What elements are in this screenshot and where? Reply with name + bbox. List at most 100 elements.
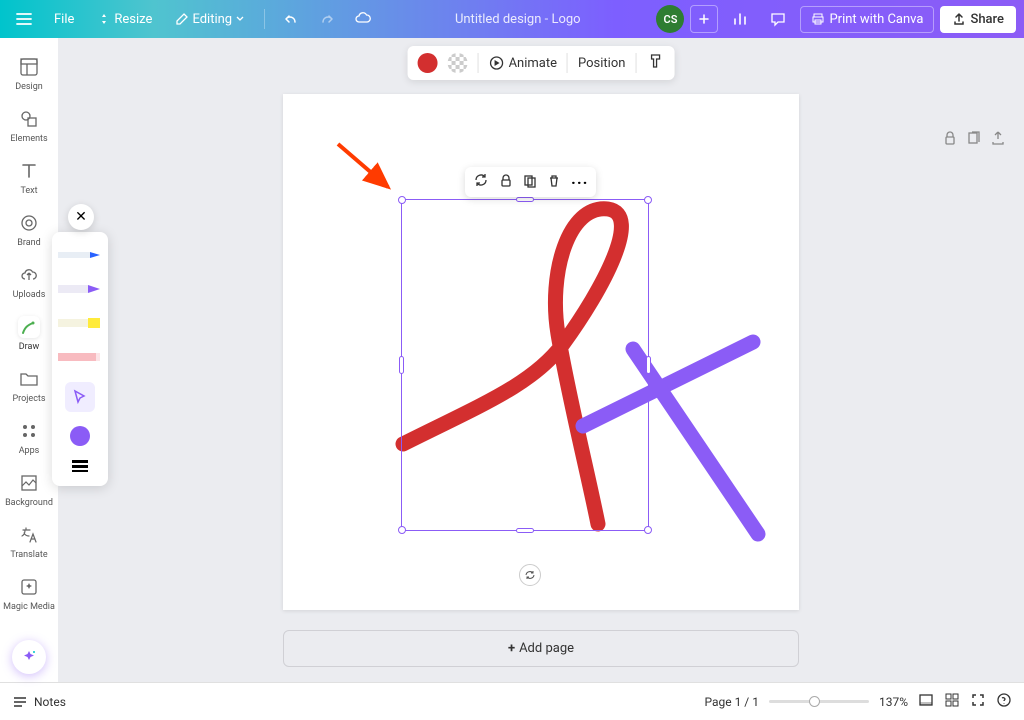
add-member-icon[interactable] [690, 5, 718, 33]
duplicate-page-icon[interactable] [966, 130, 982, 150]
sidebar-label: Brand [17, 238, 40, 248]
share-label: Share [970, 12, 1004, 27]
position-button[interactable]: Position [578, 56, 625, 71]
lock-icon[interactable] [499, 173, 513, 192]
avatar[interactable]: CS [656, 5, 684, 33]
sidebar-label: Design [15, 82, 43, 92]
apps-icon [18, 420, 40, 442]
cursor-tool[interactable] [65, 382, 95, 412]
sidebar-label: Draw [19, 342, 39, 352]
print-label: Print with Canva [829, 12, 923, 27]
translate-icon [18, 524, 40, 546]
stroke-width-icon[interactable] [72, 460, 88, 472]
resize-handle-ne[interactable] [644, 196, 652, 204]
selection-box[interactable] [401, 199, 649, 531]
page-indicator[interactable]: Page 1 / 1 [704, 695, 759, 709]
undo-icon[interactable] [275, 3, 307, 35]
sidebar-label: Uploads [13, 290, 46, 300]
add-page-button[interactable]: +Add page [283, 630, 799, 667]
editing-button[interactable]: Editing [166, 6, 254, 33]
shapes-icon [18, 108, 40, 130]
format-icon[interactable] [646, 52, 664, 74]
menu-icon[interactable] [8, 3, 40, 35]
redo-icon[interactable] [311, 3, 343, 35]
brush-pen[interactable] [58, 246, 102, 266]
folder-icon [18, 368, 40, 390]
zoom-thumb[interactable] [809, 696, 820, 707]
file-button[interactable]: File [44, 6, 84, 33]
sidebar-item-brand[interactable]: Brand [0, 204, 58, 256]
comment-icon[interactable] [762, 3, 794, 35]
sidebar-item-translate[interactable]: Translate [0, 516, 58, 568]
notes-button[interactable]: Notes [12, 694, 66, 710]
sidebar-item-design[interactable]: Design [0, 48, 58, 100]
main: Design Elements Text Brand Uploads Draw … [0, 38, 1024, 682]
resize-button[interactable]: Resize [88, 6, 162, 33]
resize-handle-w[interactable] [399, 356, 404, 374]
draw-panel [52, 232, 108, 486]
resize-handle-sw[interactable] [398, 526, 406, 534]
sidebar-label: Translate [10, 550, 47, 560]
divider [567, 53, 568, 73]
view-thumbnail-icon[interactable] [918, 692, 934, 711]
magic-button[interactable] [12, 640, 46, 674]
sidebar-item-apps[interactable]: Apps [0, 412, 58, 464]
floating-toolbar: ··· [465, 167, 596, 197]
background-icon [18, 472, 40, 494]
cloud-upload-icon [18, 264, 40, 286]
brush-marker[interactable] [58, 280, 102, 300]
sidebar-label: Background [5, 498, 53, 508]
export-icon[interactable] [990, 130, 1006, 150]
brush-eraser[interactable] [58, 348, 102, 368]
page-tools [942, 130, 1006, 150]
lock-icon[interactable] [942, 130, 958, 150]
cloud-sync-icon[interactable] [347, 3, 379, 35]
editing-label: Editing [192, 12, 232, 27]
zoom-slider[interactable] [769, 700, 869, 703]
resize-label: Resize [114, 12, 152, 27]
regenerate-icon[interactable] [473, 172, 489, 192]
more-icon[interactable]: ··· [571, 173, 588, 192]
sidebar-item-uploads[interactable]: Uploads [0, 256, 58, 308]
sidebar-item-text[interactable]: Text [0, 152, 58, 204]
share-button[interactable]: Share [940, 6, 1016, 33]
resize-handle-n[interactable] [516, 197, 534, 202]
transparency-swatch[interactable] [448, 53, 468, 73]
print-button[interactable]: Print with Canva [800, 6, 934, 33]
rotate-handle[interactable] [519, 564, 541, 586]
brush-color[interactable] [70, 426, 90, 446]
duplicate-icon[interactable] [523, 173, 537, 192]
arrow-annotation [333, 139, 403, 203]
zoom-value[interactable]: 137% [879, 695, 908, 709]
sidebar-item-background[interactable]: Background [0, 464, 58, 516]
sidebar: Design Elements Text Brand Uploads Draw … [0, 38, 58, 682]
sidebar-item-projects[interactable]: Projects [0, 360, 58, 412]
template-icon [18, 56, 40, 78]
resize-handle-se[interactable] [644, 526, 652, 534]
magic-icon [18, 576, 40, 598]
brand-icon [18, 212, 40, 234]
top-right-group: CS Print with Canva Share [656, 3, 1016, 35]
fill-color-swatch[interactable] [418, 53, 438, 73]
view-grid-icon[interactable] [944, 692, 960, 711]
draw-icon [18, 316, 40, 338]
context-toolbar: Animate Position [408, 46, 675, 80]
canvas-page[interactable]: ··· [283, 94, 799, 610]
trash-icon[interactable] [547, 173, 561, 192]
analytics-icon[interactable] [724, 3, 756, 35]
brush-highlighter[interactable] [58, 314, 102, 334]
resize-handle-s[interactable] [516, 528, 534, 533]
sidebar-item-magic-media[interactable]: Magic Media [0, 568, 58, 620]
document-title[interactable]: Untitled design - Logo [379, 12, 656, 27]
help-icon[interactable] [996, 692, 1012, 711]
animate-label: Animate [509, 56, 557, 71]
resize-handle-e[interactable] [646, 356, 651, 374]
sidebar-label: Text [20, 186, 37, 196]
sidebar-item-elements[interactable]: Elements [0, 100, 58, 152]
bottom-bar: Notes Page 1 / 1 137% [0, 682, 1024, 720]
animate-button[interactable]: Animate [489, 55, 557, 71]
fullscreen-icon[interactable] [970, 692, 986, 711]
sidebar-item-draw[interactable]: Draw [0, 308, 58, 360]
close-panel-button[interactable]: ✕ [68, 204, 94, 230]
sidebar-label: Magic Media [3, 602, 55, 612]
